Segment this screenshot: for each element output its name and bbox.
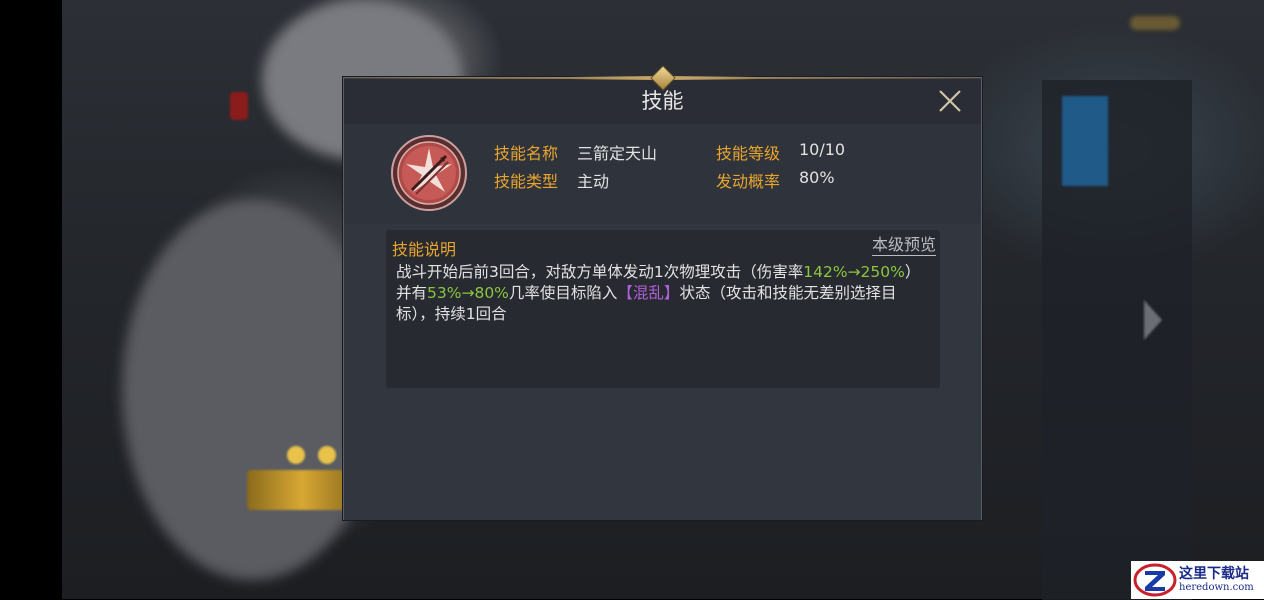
- background-gold-stud: [318, 446, 336, 464]
- dialog-body: 技能名称 三箭定天山 技能等级 10/10 技能类型 主动 发动概率 80% 技…: [344, 124, 981, 520]
- background-blue-banner: [1062, 96, 1108, 186]
- skill-description-box: 技能说明 本级预览 战斗开始后前3回合，对敌方单体发动1次物理攻击（伤害率142…: [386, 230, 940, 388]
- crossed-arrows-burst-icon: [390, 134, 468, 212]
- desc-segment: 几率使目标陷入: [508, 284, 618, 302]
- skill-level-value: 10/10: [799, 140, 846, 159]
- skill-chance-value: 80%: [799, 168, 835, 187]
- skill-name-value: 三箭定天山: [577, 144, 658, 163]
- background-gold-ornament: [247, 470, 357, 510]
- skill-dialog: 技能 技能名称 三箭定天山 技能等级 10/10 技能类型 主动 发动概率 80…: [343, 65, 982, 520]
- desc-segment-chance: 53%→80%: [427, 284, 509, 302]
- skill-info-section: 技能名称 三箭定天山 技能等级 10/10 技能类型 主动 发动概率 80%: [344, 124, 981, 224]
- left-black-strip: [0, 0, 62, 599]
- desc-segment-damage-rate: 142%→250%: [803, 263, 905, 281]
- background-next-arrow-icon: [1144, 300, 1162, 340]
- dialog-ornament-right: [666, 76, 756, 80]
- background-gold-stud: [287, 446, 305, 464]
- close-icon: [939, 90, 961, 112]
- level-preview-link[interactable]: 本级预览: [871, 235, 936, 256]
- desc-segment: 战斗开始后前3回合，对敌方单体发动1次物理攻击（伤害率: [396, 263, 804, 281]
- background-top-ornament: [1130, 16, 1180, 30]
- skill-description-text: 战斗开始后前3回合，对敌方单体发动1次物理攻击（伤害率142%→250%）并有5…: [396, 262, 930, 325]
- skill-chance-label: 发动概率: [716, 172, 781, 191]
- skill-name-label: 技能名称: [494, 144, 559, 163]
- desc-segment-status: 【混乱】: [617, 284, 680, 302]
- z-logo-icon: [1133, 563, 1177, 597]
- site-watermark: 这里下载站 heredown.com: [1131, 561, 1264, 599]
- watermark-text-en: heredown.com: [1179, 582, 1254, 593]
- skill-type-label: 技能类型: [494, 172, 559, 191]
- dialog-ornament-left: [570, 76, 660, 80]
- close-button[interactable]: [937, 88, 963, 114]
- skill-description-label: 技能说明: [392, 240, 457, 259]
- background-red-marker: [230, 92, 248, 120]
- skill-level-label: 技能等级: [716, 144, 781, 163]
- watermark-text-cn: 这里下载站: [1179, 566, 1249, 582]
- skill-type-value: 主动: [577, 172, 610, 191]
